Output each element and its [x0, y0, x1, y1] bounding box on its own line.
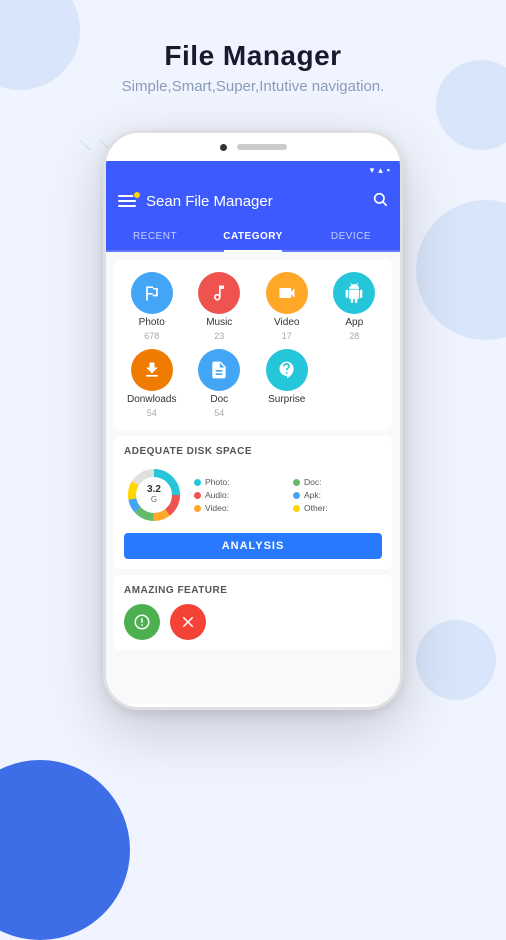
- tab-category[interactable]: CATEGORY: [204, 223, 302, 250]
- battery-icon: ▪: [387, 165, 390, 175]
- app-header: Sean File Manager: [106, 179, 400, 223]
- music-label: Music: [206, 317, 232, 328]
- legend-dot-doc: [293, 479, 300, 486]
- category-video[interactable]: Video 17: [257, 272, 317, 341]
- video-label: Video: [274, 317, 299, 328]
- phone-frame: ▾ ▴ ▪ Sean File Manager RECENT CATEGORY …: [103, 130, 403, 710]
- app-count: 28: [349, 331, 359, 341]
- legend-dot-video: [194, 505, 201, 512]
- tab-recent[interactable]: RECENT: [106, 223, 204, 250]
- app-icon: [333, 272, 375, 314]
- feature-icon-2[interactable]: [170, 604, 206, 640]
- disk-space-card: ADEQUATE DISK SPACE: [114, 436, 392, 569]
- bg-decoration-5: [416, 620, 496, 700]
- photo-count: 678: [144, 331, 159, 341]
- legend-apk: Apk:: [293, 490, 382, 500]
- header-area: File Manager Simple,Smart,Super,Intutive…: [0, 40, 506, 95]
- notification-badge: [133, 191, 141, 199]
- surprise-label: Surprise: [268, 394, 305, 405]
- feature-card: AMAZING FEATURE: [114, 575, 392, 650]
- tab-bar: RECENT CATEGORY DEVICE: [106, 223, 400, 252]
- legend-label-apk: Apk:: [304, 490, 321, 500]
- downloads-label: Donwloads: [127, 394, 176, 405]
- downloads-icon: [131, 349, 173, 391]
- photo-label: Photo: [139, 317, 165, 328]
- feature-icons: [124, 604, 382, 640]
- bg-decoration-large: [0, 760, 130, 940]
- legend-label-doc: Doc:: [304, 477, 321, 487]
- search-icon[interactable]: [372, 191, 388, 212]
- analysis-button[interactable]: ANALYSIS: [124, 533, 382, 559]
- legend-audio: Audio:: [194, 490, 283, 500]
- wifi-icon: ▾: [370, 165, 375, 176]
- category-app[interactable]: App 28: [325, 272, 385, 341]
- disk-title: ADEQUATE DISK SPACE: [124, 446, 382, 457]
- hamburger-menu-icon[interactable]: [118, 195, 136, 207]
- doc-icon: [198, 349, 240, 391]
- category-photo[interactable]: Photo 678: [122, 272, 182, 341]
- category-downloads[interactable]: Donwloads 54: [122, 349, 182, 418]
- feature-title: AMAZING FEATURE: [124, 585, 382, 596]
- app-content: Photo 678 Music 23 Video: [106, 252, 400, 704]
- legend-dot-photo: [194, 479, 201, 486]
- legend-label-audio: Audio:: [205, 490, 229, 500]
- svg-text:3.2: 3.2: [147, 484, 161, 495]
- legend-dot-apk: [293, 492, 300, 499]
- video-icon: [266, 272, 308, 314]
- status-bar: ▾ ▴ ▪: [106, 161, 400, 179]
- legend-doc: Doc:: [293, 477, 382, 487]
- photo-icon: [131, 272, 173, 314]
- doc-count: 54: [214, 408, 224, 418]
- legend-photo: Photo:: [194, 477, 283, 487]
- legend-dot-audio: [194, 492, 201, 499]
- downloads-count: 54: [147, 408, 157, 418]
- signal-icon: ▴: [378, 165, 383, 176]
- disk-legend: Photo: Doc: Audio: Apk:: [194, 477, 382, 513]
- phone-speaker: [237, 144, 287, 150]
- app-header-title: Sean File Manager: [146, 193, 362, 210]
- legend-label-photo: Photo:: [205, 477, 230, 487]
- doc-label: Doc: [210, 394, 228, 405]
- svg-text:G: G: [151, 495, 157, 504]
- video-count: 17: [282, 331, 292, 341]
- legend-dot-other: [293, 505, 300, 512]
- music-icon: [198, 272, 240, 314]
- bg-decoration-3: [416, 200, 506, 340]
- app-label: App: [345, 317, 363, 328]
- category-grid: Photo 678 Music 23 Video: [114, 260, 392, 430]
- phone-camera: [220, 144, 227, 151]
- category-doc[interactable]: Doc 54: [190, 349, 250, 418]
- legend-other: Other:: [293, 503, 382, 513]
- donut-chart: 3.2 G: [124, 465, 184, 525]
- legend-video: Video:: [194, 503, 283, 513]
- surprise-icon: [266, 349, 308, 391]
- tab-device[interactable]: DEVICE: [302, 223, 400, 250]
- feature-icon-1[interactable]: [124, 604, 160, 640]
- app-title: File Manager: [0, 40, 506, 72]
- category-music[interactable]: Music 23: [190, 272, 250, 341]
- legend-label-video: Video:: [205, 503, 229, 513]
- disk-content: 3.2 G Photo: Doc: Audio:: [124, 465, 382, 525]
- phone-top: [106, 133, 400, 161]
- legend-label-other: Other:: [304, 503, 328, 513]
- app-subtitle: Simple,Smart,Super,Intutive navigation.: [0, 78, 506, 95]
- music-count: 23: [214, 331, 224, 341]
- category-surprise[interactable]: Surprise: [257, 349, 317, 418]
